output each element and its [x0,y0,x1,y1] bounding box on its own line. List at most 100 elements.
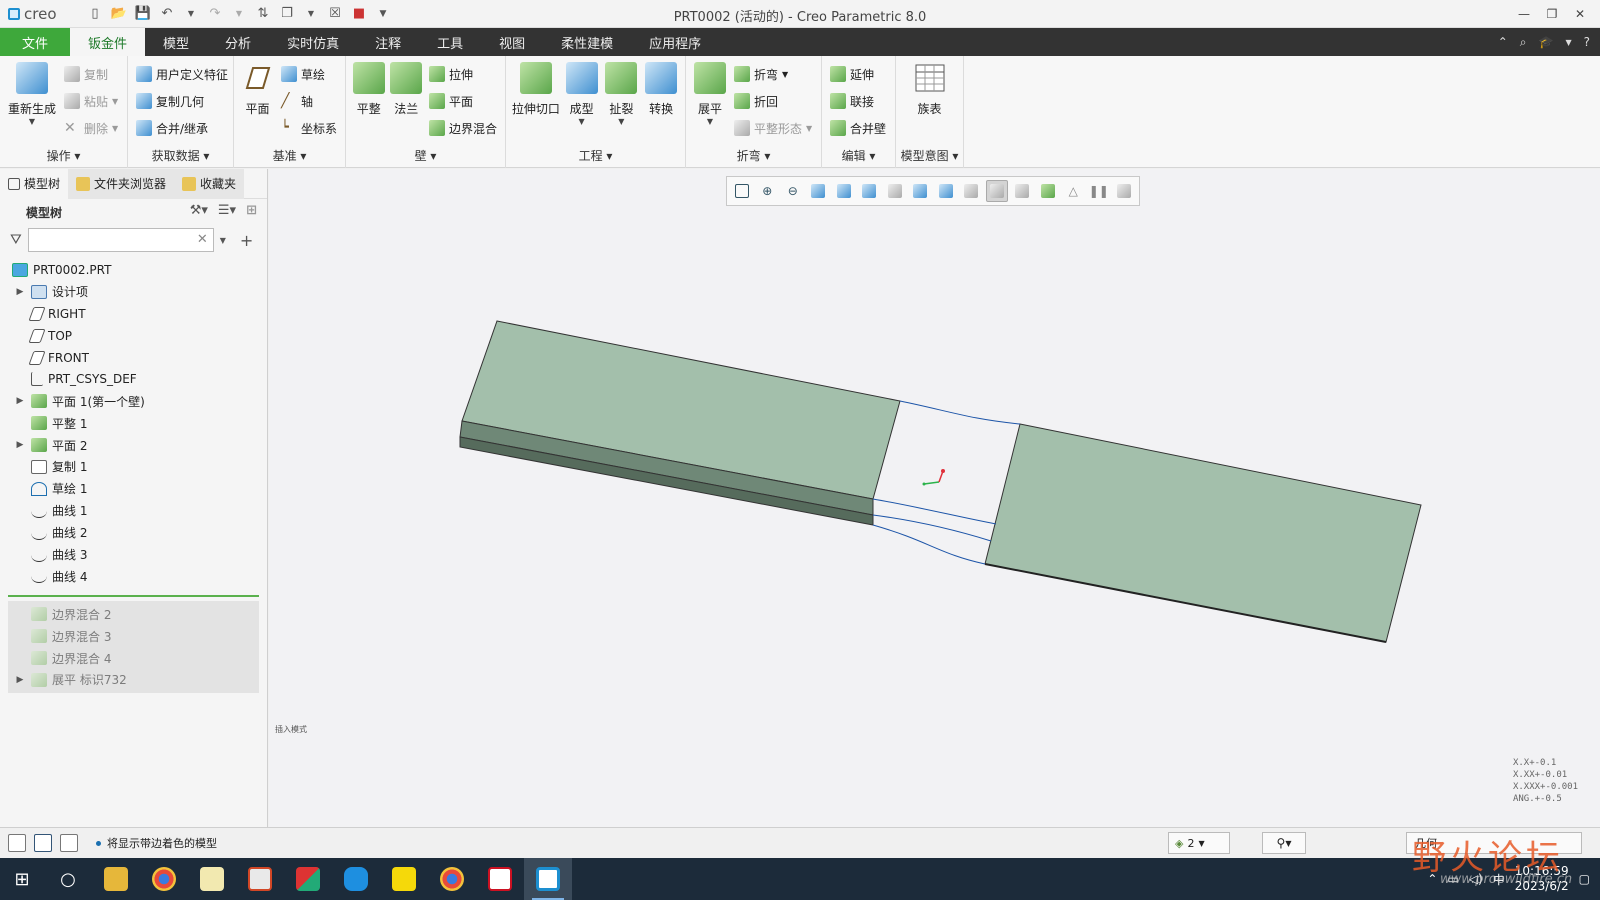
ppt-taskbar-button[interactable] [236,858,284,900]
undo-dropdown-icon[interactable]: ▼ [182,5,200,23]
app-red-taskbar-button[interactable] [284,858,332,900]
zoom-out-button[interactable]: ⊖ [782,180,804,202]
tab-favorites[interactable]: 收藏夹 [174,168,245,199]
insert-indicator[interactable] [8,595,259,598]
app-blue-taskbar-button[interactable] [332,858,380,900]
tree-item[interactable]: TOP [0,325,267,347]
tab-live-simulation[interactable]: 实时仿真 [269,28,357,56]
regenerate-icon[interactable]: ⇅ [254,5,272,23]
pause-button[interactable]: ❚❚ [1088,180,1110,202]
group-label-engineering[interactable]: 工程 ▾ [506,147,685,164]
tab-applications[interactable]: 应用程序 [631,28,719,56]
collapse-ribbon-icon[interactable]: ⌃ [1498,35,1508,49]
dropdown-icon[interactable]: ▼ [1565,38,1571,47]
close-icon[interactable]: ✕ [1566,0,1594,28]
anim-button[interactable] [1114,180,1136,202]
appearance-display-button[interactable] [1037,180,1059,202]
graphics-window[interactable]: ⊕ ⊖ △ ❚❚ 插入模式 X.X+-0.1 X.XX+-0.01 X.XXX+… [269,169,1600,827]
tree-item[interactable]: 曲线 2 [0,522,267,544]
tab-folder-browser[interactable]: 文件夹浏览器 [68,168,175,199]
tab-file[interactable]: 文件 [0,28,71,56]
tree-item[interactable]: 边界混合 4 [0,647,259,669]
tree-item[interactable]: ▶ 展平 标识732 [0,669,259,691]
tree-item[interactable]: 曲线 3 [0,544,267,566]
expand-arrow-icon[interactable]: ▶ [14,440,26,450]
delete-button[interactable]: ✕ 删除 ▼ [64,118,118,138]
tab-sheetmetal[interactable]: 钣金件 [70,28,146,56]
datum-display-button[interactable] [961,180,983,202]
merge-walls-button[interactable]: 合并壁 [830,118,886,138]
sketch-button[interactable]: 草绘 [280,64,337,84]
section-button[interactable] [935,180,957,202]
curve-2[interactable] [872,498,997,525]
customize-icon[interactable]: ▼ [374,5,392,23]
redo-icon[interactable]: ↷ [206,5,224,23]
merge-inherit-button[interactable]: 合并/继承 [136,118,228,138]
group-label-get-data[interactable]: 获取数据 ▾ [128,147,233,164]
tree-item[interactable]: 曲线 1 [0,500,267,522]
open-icon[interactable]: 📂 [110,5,128,23]
tree-item[interactable]: 复制 1 [0,456,267,478]
tree-item[interactable]: RIGHT [0,303,267,325]
bend-back-button[interactable]: 折回 [734,91,812,111]
planar-wall-button[interactable]: 平面 [428,91,497,111]
chrome2-taskbar-button[interactable] [428,858,476,900]
close-window-icon[interactable]: ☒ [326,5,344,23]
bend-button[interactable]: 折弯 ▼ [734,64,812,84]
chrome-taskbar-button[interactable] [140,858,188,900]
undo-icon[interactable]: ↶ [158,5,176,23]
tree-item[interactable]: 曲线 4 [0,565,267,587]
tree-item[interactable]: ▶ 平面 2 [0,434,267,456]
selection-count[interactable]: ◈ 2 ▼ [1168,832,1230,854]
help-icon[interactable]: ? [1584,35,1590,49]
tab-flexible-modeling[interactable]: 柔性建模 [543,28,631,56]
notification-icon[interactable]: ▢ [1579,872,1590,886]
right-wall-face[interactable] [984,423,1422,643]
warning-button[interactable]: △ [1063,180,1085,202]
search-icon[interactable]: ⌕ [1520,35,1527,50]
window-dropdown-icon[interactable]: ▼ [302,5,320,23]
csys-button[interactable]: ┕ 坐标系 [281,118,337,138]
group-label-model-intent[interactable]: 模型意图 ▾ [896,147,963,164]
group-label-datum[interactable]: 基准 ▾ [234,147,345,164]
tree-item[interactable]: PRT_CSYS_DEF [0,368,267,390]
tree-item[interactable]: PRT0002.PRT [0,259,267,281]
explorer-taskbar-button[interactable] [92,858,140,900]
refit-button[interactable] [731,180,753,202]
tab-analysis[interactable]: 分析 [207,28,269,56]
tree-filter-icon[interactable]: ⊞ [246,203,257,218]
add-icon[interactable]: + [240,231,253,250]
boundary-blend-button[interactable]: 边界混合 [428,118,497,138]
join-button[interactable]: 联接 [830,91,886,111]
flat-state-button[interactable]: 平整形态 ▼ [734,118,812,138]
zoom-in-button[interactable]: ⊕ [757,180,779,202]
group-label-editing[interactable]: 编辑 ▾ [822,147,895,164]
funnel-icon[interactable]: ⛛ [10,232,22,248]
expand-arrow-icon[interactable]: ▶ [14,675,26,685]
creo-taskbar-button[interactable] [524,858,572,900]
new-icon[interactable]: ▯ [86,5,104,23]
paste-button[interactable]: 粘贴 ▼ [64,91,118,111]
tab-model[interactable]: 模型 [145,28,207,56]
save-icon[interactable]: 💾 [134,5,152,23]
restore-icon[interactable]: ❐ [1538,0,1566,28]
tree-item[interactable]: FRONT [0,347,267,369]
extend-button[interactable]: 延伸 [830,64,886,84]
search-options-icon[interactable]: ▼ [220,236,226,245]
expand-arrow-icon[interactable]: ▶ [14,287,26,297]
tree-search-input[interactable]: ✕ [27,228,214,252]
tab-model-tree[interactable]: 模型树 [0,168,69,199]
copy-button[interactable]: 复制 [64,64,118,84]
annotation-display-button[interactable] [1012,180,1034,202]
curve-3[interactable] [872,514,992,542]
tab-view[interactable]: 视图 [481,28,543,56]
pdf-taskbar-button[interactable] [476,858,524,900]
tree-item[interactable]: 边界混合 3 [0,625,259,647]
tree-item[interactable]: 平整 1 [0,412,267,434]
copy-geometry-button[interactable]: 复制几何 [136,91,228,111]
tab-tools[interactable]: 工具 [419,28,481,56]
tree-item[interactable]: ▶ 平面 1(第一个壁) [0,390,267,412]
search-taskbar-button[interactable]: ○ [44,858,92,900]
browser-toggle-icon[interactable] [34,834,52,852]
model-view[interactable] [269,169,1600,827]
